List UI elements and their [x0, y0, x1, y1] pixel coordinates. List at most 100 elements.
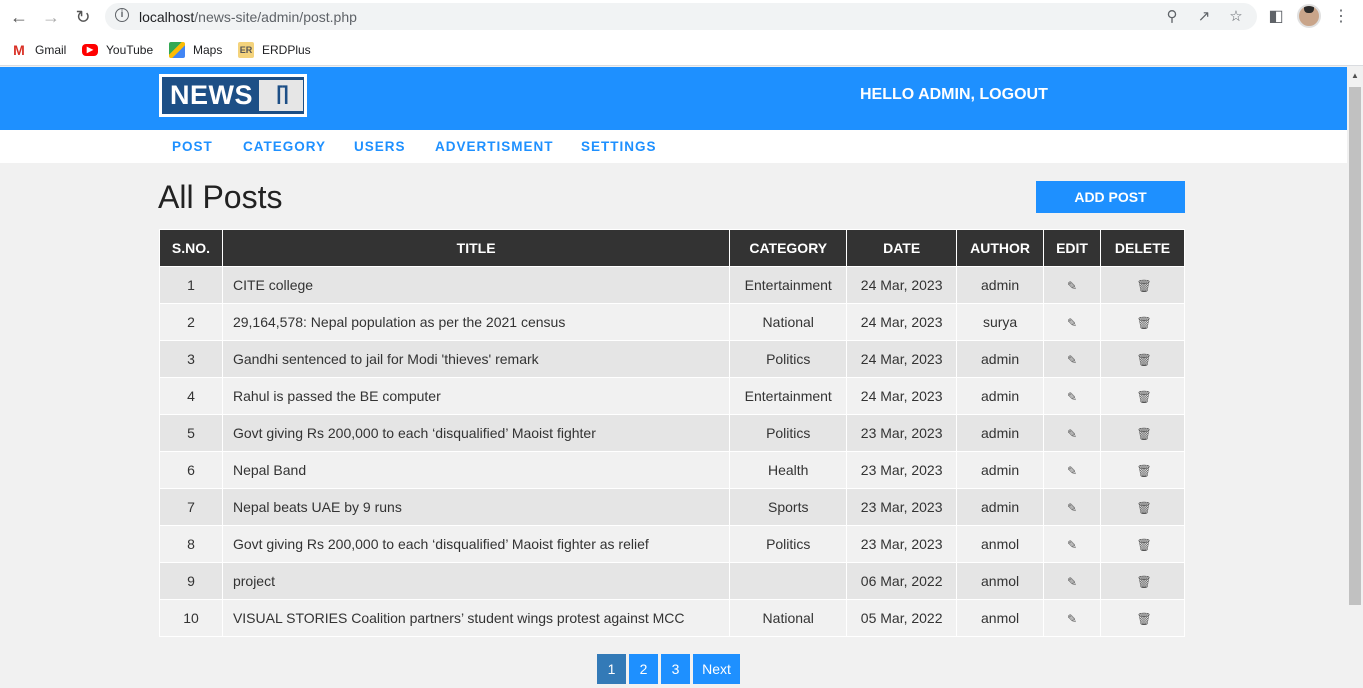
cell-date: 23 Mar, 2023 [846, 525, 958, 563]
edit-icon[interactable]: ✎ [1066, 539, 1078, 551]
cell-date: 24 Mar, 2023 [846, 266, 958, 304]
edit-icon[interactable]: ✎ [1066, 280, 1078, 292]
forward-arrow-icon[interactable]: → [39, 5, 63, 29]
bookmark-maps[interactable]: Maps [169, 40, 222, 60]
edit-icon[interactable]: ✎ [1066, 391, 1078, 403]
cell-sno: 4 [159, 377, 223, 415]
menu-item-post[interactable]: POST [172, 139, 213, 154]
bookmark-youtube[interactable]: ▶ YouTube [82, 40, 153, 60]
scroll-up-icon[interactable]: ▲ [1351, 71, 1359, 80]
logo-mark-icon: ⌈⌉ [259, 80, 303, 111]
edit-icon[interactable]: ✎ [1066, 613, 1078, 625]
url-host: localhost [139, 9, 195, 25]
side-panel-icon[interactable]: ◧ [1264, 5, 1288, 29]
edit-icon[interactable]: ✎ [1066, 317, 1078, 329]
posts-table-body: 1 CITE college Entertainment 24 Mar, 2023 ad… [159, 266, 1185, 637]
site-logo[interactable]: NEWS ⌈⌉ [159, 74, 307, 117]
table-row: 2 29,164,578: Nepal population as per the… [159, 303, 1185, 341]
cell-category [729, 562, 848, 600]
bookmark-label: Gmail [35, 43, 67, 57]
cell-category: Sports [729, 488, 848, 526]
cell-title: Nepal beats UAE by 9 runs [221, 488, 731, 526]
trash-icon[interactable]: 🗑 [1137, 354, 1152, 366]
trash-icon[interactable]: 🗑 [1137, 391, 1152, 403]
cell-delete: 🗑 [1100, 599, 1185, 637]
reload-icon[interactable]: ↻ [71, 5, 95, 29]
bookmarks-bar: M Gmail ▶ YouTube Maps ER ERDPlus [0, 34, 1363, 66]
cell-title: Rahul is passed the BE computer [221, 377, 731, 415]
trash-icon[interactable]: 🗑 [1137, 465, 1152, 477]
add-post-button[interactable]: ADD POST [1036, 181, 1185, 213]
trash-icon[interactable]: 🗑 [1137, 317, 1152, 329]
cell-category: Health [729, 451, 848, 489]
cell-date: 23 Mar, 2023 [846, 451, 958, 489]
cell-edit: ✎ [1043, 414, 1101, 452]
back-arrow-icon[interactable]: ← [7, 5, 31, 29]
cell-title: CITE college [221, 266, 731, 304]
cell-title: Nepal Band [221, 451, 731, 489]
col-title: TITLE [221, 229, 731, 267]
cell-sno: 1 [159, 266, 223, 304]
cell-edit: ✎ [1043, 266, 1101, 304]
edit-icon[interactable]: ✎ [1066, 428, 1078, 440]
cell-delete: 🗑 [1100, 525, 1185, 563]
menu-item-advertisment[interactable]: ADVERTISMENT [435, 139, 554, 154]
cell-author: admin [956, 377, 1045, 415]
logo-inner: NEWS ⌈⌉ [162, 77, 304, 114]
edit-icon[interactable]: ✎ [1066, 354, 1078, 366]
page-2-button[interactable]: 2 [629, 654, 658, 684]
scroll-thumb[interactable] [1349, 87, 1361, 605]
cell-sno: 10 [159, 599, 223, 637]
col-category: CATEGORY [729, 229, 848, 267]
bookmark-erdplus[interactable]: ER ERDPlus [238, 40, 311, 60]
cell-sno: 6 [159, 451, 223, 489]
trash-icon[interactable]: 🗑 [1137, 539, 1152, 551]
menu-item-category[interactable]: CATEGORY [243, 139, 326, 154]
edit-icon[interactable]: ✎ [1066, 502, 1078, 514]
page-3-button[interactable]: 3 [661, 654, 690, 684]
cell-sno: 9 [159, 562, 223, 600]
url-text[interactable]: localhost/news-site/admin/post.php [139, 9, 357, 25]
table-row: 8 Govt giving Rs 200,000 to each ‘disqual… [159, 525, 1185, 563]
table-row: 9 project 06 Mar, 2022 anmol ✎ 🗑 [159, 562, 1185, 600]
cell-author: anmol [956, 599, 1045, 637]
next-page-button[interactable]: Next [693, 654, 740, 684]
address-bar[interactable]: i localhost/news-site/admin/post.php ⚲ ↗… [105, 3, 1257, 30]
logout-link[interactable]: HELLO ADMIN, LOGOUT [860, 86, 1048, 104]
table-row: 1 CITE college Entertainment 24 Mar, 2023 ad… [159, 266, 1185, 304]
menu-item-users[interactable]: USERS [354, 139, 406, 154]
cell-category: Politics [729, 414, 848, 452]
edit-icon[interactable]: ✎ [1066, 576, 1078, 588]
trash-icon[interactable]: 🗑 [1137, 428, 1152, 440]
trash-icon[interactable]: 🗑 [1137, 576, 1152, 588]
table-row: 10 VISUAL STORIES Coalition partners’ stu… [159, 599, 1185, 637]
edit-icon[interactable]: ✎ [1066, 465, 1078, 477]
trash-icon[interactable]: 🗑 [1137, 502, 1152, 514]
zoom-icon[interactable]: ⚲ [1162, 7, 1182, 27]
bookmark-gmail[interactable]: M Gmail [11, 40, 66, 60]
menu-dots-icon[interactable]: ⋮ [1329, 5, 1353, 29]
cell-title: Gandhi sentenced to jail for Modi 'thiev… [221, 340, 731, 378]
cell-category: National [729, 599, 848, 637]
profile-avatar[interactable] [1297, 4, 1321, 28]
cell-delete: 🗑 [1100, 303, 1185, 341]
table-row: 3 Gandhi sentenced to jail for Modi 'thie… [159, 340, 1185, 378]
cell-edit: ✎ [1043, 451, 1101, 489]
share-icon[interactable]: ↗ [1194, 7, 1214, 27]
cell-delete: 🗑 [1100, 562, 1185, 600]
cell-edit: ✎ [1043, 340, 1101, 378]
trash-icon[interactable]: 🗑 [1137, 280, 1152, 292]
table-row: 4 Rahul is passed the BE computer Entertai… [159, 377, 1185, 415]
cell-author: admin [956, 414, 1045, 452]
site-info-icon[interactable]: i [115, 8, 129, 22]
trash-icon[interactable]: 🗑 [1137, 613, 1152, 625]
browser-toolbar: ← → ↻ i localhost/news-site/admin/post.p… [0, 0, 1363, 34]
cell-category: Entertainment [729, 377, 848, 415]
menu-item-settings[interactable]: SETTINGS [581, 139, 657, 154]
bookmark-star-icon[interactable]: ☆ [1226, 7, 1246, 27]
cell-delete: 🗑 [1100, 451, 1185, 489]
page-1-button[interactable]: 1 [597, 654, 626, 684]
page-scrollbar[interactable]: ▲ [1347, 67, 1363, 688]
cell-delete: 🗑 [1100, 340, 1185, 378]
cell-author: admin [956, 488, 1045, 526]
